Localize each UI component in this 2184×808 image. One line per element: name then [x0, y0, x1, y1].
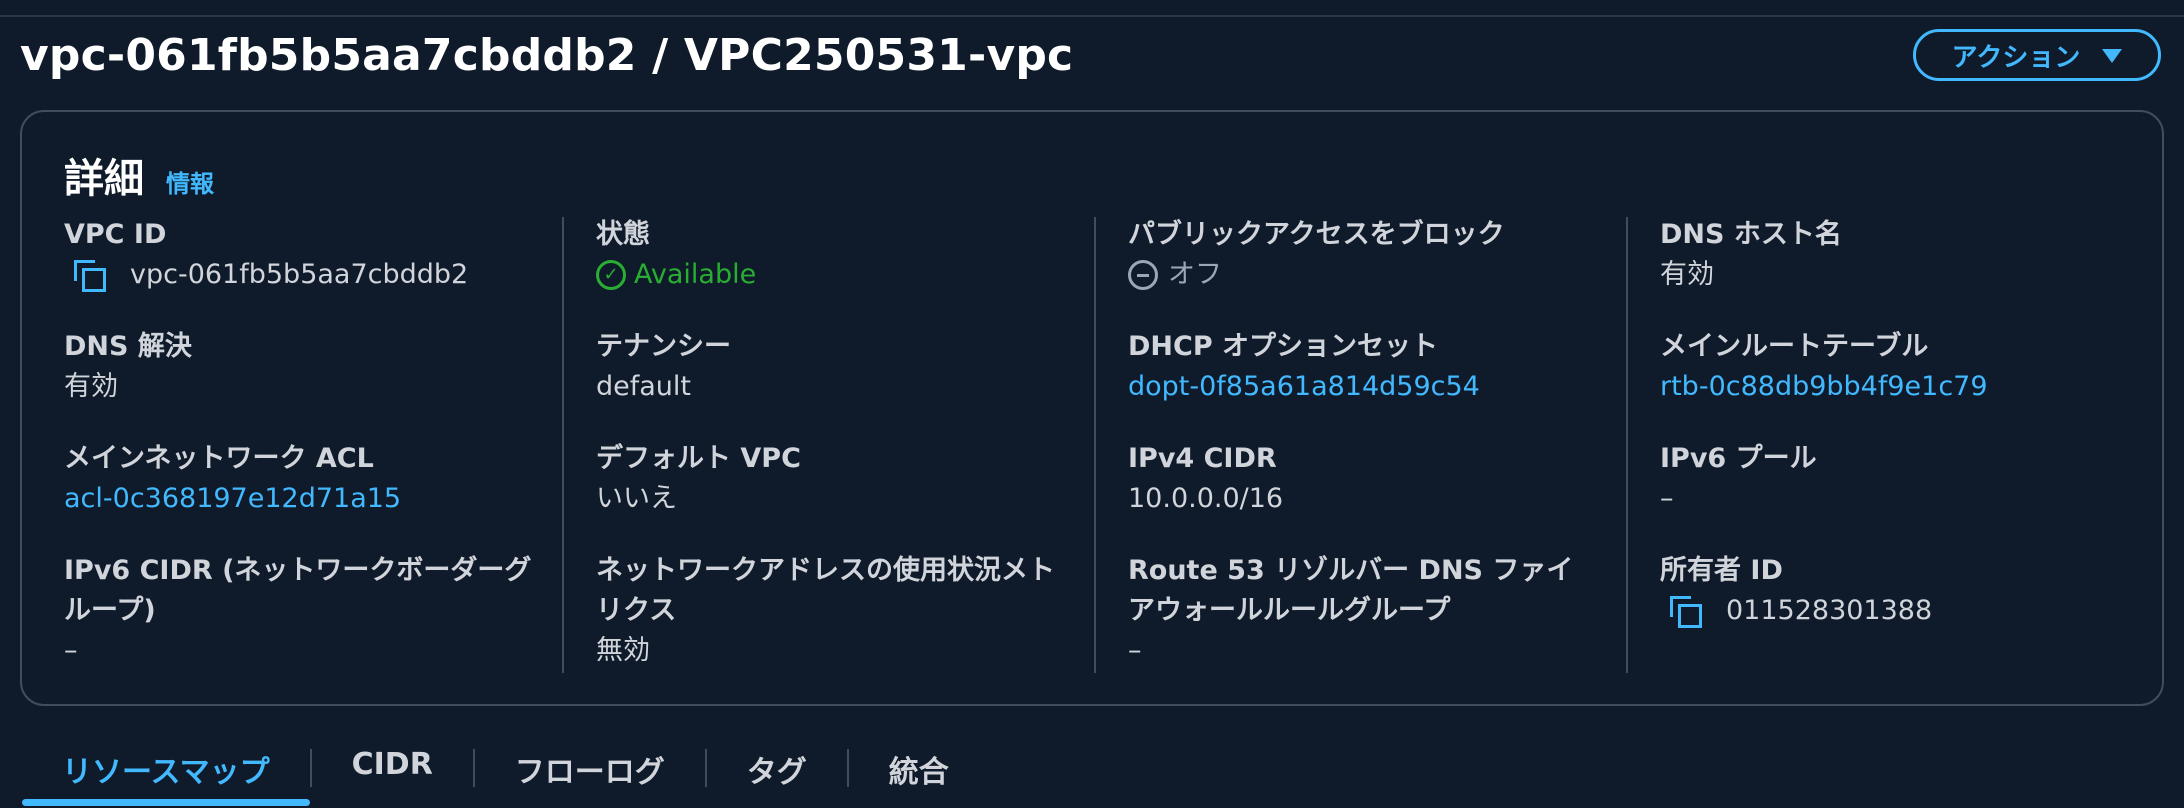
field-label: ネットワークアドレスの使用状況メトリクス — [596, 555, 1055, 626]
field-label: デフォルト VPC — [596, 443, 801, 474]
owner-id-value: 011528301388 — [1726, 595, 1933, 626]
field-block-public-access: パブリックアクセスをブロック オフ — [1128, 215, 1505, 295]
field-label: テナンシー — [596, 331, 731, 362]
field-main-route-table: メインルートテーブル rtb-0c88db9bb4f9e1c79 — [1660, 327, 1988, 407]
dhcp-option-set-link[interactable]: dopt-0f85a61a814d59c54 — [1128, 367, 1480, 407]
column-divider — [1094, 217, 1096, 673]
main-network-acl-link[interactable]: acl-0c368197e12d71a15 — [64, 479, 401, 519]
field-dns-hostnames: DNS ホスト名 有効 — [1660, 215, 1842, 295]
field-value: 有効 — [64, 371, 118, 402]
field-value: 無効 — [596, 635, 650, 666]
copy-icon[interactable] — [1668, 594, 1702, 628]
field-value: オフ — [1128, 255, 1505, 295]
actions-dropdown-button[interactable]: アクション — [1913, 29, 2161, 81]
field-value: – — [1660, 483, 1674, 514]
main-route-table-link[interactable]: rtb-0c88db9bb4f9e1c79 — [1660, 367, 1988, 407]
tab-cidr[interactable]: CIDR — [312, 742, 473, 803]
field-dhcp-option-set: DHCP オプションセット dopt-0f85a61a814d59c54 — [1128, 327, 1480, 407]
field-ipv6-pool: IPv6 プール – — [1660, 439, 1817, 519]
field-route53-resolver-dns-firewall: Route 53 リゾルバー DNS ファイアウォールルールグループ – — [1128, 551, 1598, 671]
field-label: IPv4 CIDR — [1128, 443, 1277, 474]
field-label: IPv6 CIDR (ネットワークボーダーグループ) — [64, 555, 532, 626]
check-circle-icon: ✓ — [596, 260, 626, 290]
field-state: 状態 ✓ Available — [596, 215, 756, 295]
field-vpc-id: VPC ID vpc-061fb5b5aa7cbddb2 — [64, 215, 468, 295]
field-label: VPC ID — [64, 219, 167, 250]
vpc-id-value: vpc-061fb5b5aa7cbddb2 — [130, 259, 469, 290]
field-value: – — [64, 635, 78, 666]
field-value: default — [596, 371, 692, 402]
field-value: – — [1128, 635, 1142, 666]
field-label: Route 53 リゾルバー DNS ファイアウォールルールグループ — [1128, 555, 1574, 626]
details-header: 詳細 情報 — [64, 146, 214, 204]
field-ipv6-cidr: IPv6 CIDR (ネットワークボーダーグループ) – — [64, 551, 554, 671]
field-owner-id: 所有者 ID 011528301388 — [1660, 551, 1932, 631]
tab-integrations[interactable]: 統合 — [849, 742, 989, 803]
field-value: 有効 — [1660, 259, 1714, 290]
field-default-vpc: デフォルト VPC いいえ — [596, 439, 801, 519]
field-label: メインルートテーブル — [1660, 331, 1929, 362]
field-ipv4-cidr: IPv4 CIDR 10.0.0.0/16 — [1128, 439, 1283, 519]
field-label: 状態 — [596, 219, 650, 250]
block-public-access-value: オフ — [1168, 259, 1222, 290]
field-label: IPv6 プール — [1660, 443, 1817, 474]
state-value: Available — [634, 259, 757, 290]
caret-down-icon — [2102, 49, 2123, 63]
field-main-network-acl: メインネットワーク ACL acl-0c368197e12d71a15 — [64, 439, 401, 519]
field-tenancy: テナンシー default — [596, 327, 731, 407]
column-divider — [1626, 217, 1628, 673]
field-value: いいえ — [596, 483, 677, 514]
field-label: メインネットワーク ACL — [64, 443, 374, 474]
detail-tabs: リソースマップ CIDR フローログ タグ 統合 — [22, 742, 989, 808]
info-link[interactable]: 情報 — [166, 164, 214, 199]
tab-flow-logs[interactable]: フローログ — [475, 742, 705, 803]
field-value: 10.0.0.0/16 — [1128, 483, 1284, 514]
details-panel: 詳細 情報 VPC ID vpc-061fb5b5aa7cbddb2 DNS 解… — [20, 110, 2164, 706]
tab-resource-map[interactable]: リソースマップ — [22, 742, 310, 806]
copy-icon[interactable] — [72, 258, 106, 292]
tab-tags[interactable]: タグ — [707, 742, 847, 803]
field-label: DNS ホスト名 — [1660, 219, 1842, 250]
details-title: 詳細 — [64, 156, 144, 202]
field-label: DHCP オプションセット — [1128, 331, 1439, 362]
actions-button-label: アクション — [1951, 42, 2081, 73]
field-value: ✓ Available — [596, 255, 756, 295]
page-title: vpc-061fb5b5aa7cbddb2 / VPC250531-vpc — [20, 30, 1074, 81]
field-value: vpc-061fb5b5aa7cbddb2 — [64, 255, 468, 295]
field-value: 011528301388 — [1660, 591, 1932, 631]
field-label: 所有者 ID — [1660, 555, 1783, 586]
top-divider — [0, 15, 2184, 17]
minus-circle-icon — [1128, 260, 1158, 290]
field-network-address-usage-metrics: ネットワークアドレスの使用状況メトリクス 無効 — [596, 551, 1076, 671]
field-label: パブリックアクセスをブロック — [1128, 219, 1505, 250]
field-label: DNS 解決 — [64, 331, 192, 362]
field-dns-resolution: DNS 解決 有効 — [64, 327, 192, 407]
column-divider — [562, 217, 564, 673]
